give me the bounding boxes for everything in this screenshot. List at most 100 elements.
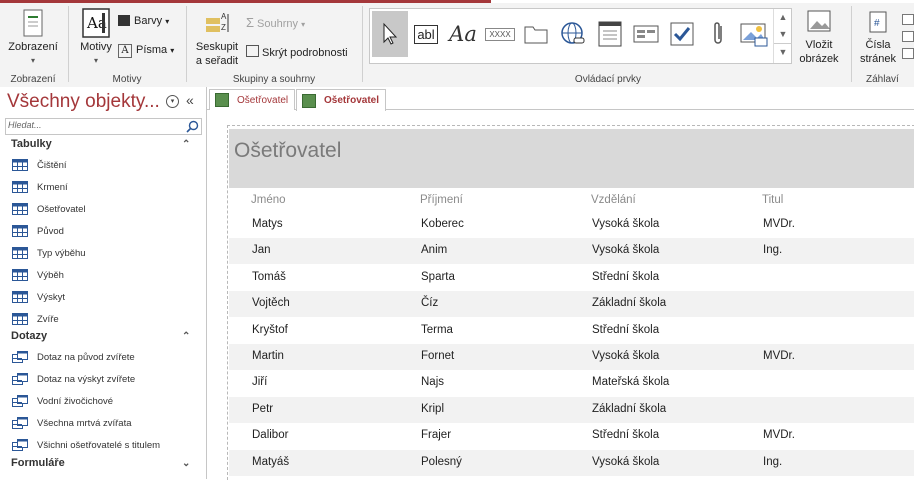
nav-title[interactable]: Všechny objekty... [7,91,160,113]
table-row[interactable]: Matyáš Polesný Vysoká škola Ing. [229,449,914,476]
nav-item-label: Krmení [37,181,68,193]
table-cell: Polesný [421,455,462,468]
checkbox-tool[interactable] [664,15,700,53]
nav-item[interactable]: Výběh [12,265,64,285]
label-tool[interactable]: Aa [445,15,481,53]
themes-button[interactable]: Aa Motivy ▾ [76,8,116,68]
hyperlink-tool[interactable] [555,15,591,53]
chevron-down-icon: ▾ [165,17,170,26]
group-zobrazeni: Zobrazení ▾ Zobrazení [0,4,66,87]
tab-control-tool[interactable] [518,15,554,53]
table-row[interactable]: Martin Fornet Vysoká škola MVDr. [229,344,914,370]
nav-item[interactable]: Dotaz na původ zvířete [12,347,135,367]
document-area: Ošetřovatel Ošetřovatel Ošetřovatel Jmén… [207,87,914,480]
svg-text:#: # [874,18,880,29]
table-row[interactable]: Jan Anim Vysoká škola Ing. [229,238,914,265]
gallery-scrollbar[interactable]: ▲ ▼ ▼ [773,9,792,63]
header-tools-partial[interactable] [902,14,914,64]
chevron-up-icon[interactable]: ▲ [774,9,792,26]
text-box-icon: abl [414,24,438,44]
table-row[interactable]: Petr Kripl Základní škola [229,396,914,423]
navigation-tool[interactable] [628,15,664,53]
table-cell: Sparta [421,270,455,283]
page-numbers-button[interactable]: # Čísla stránek [856,10,900,66]
nav-item-label: Čištění [37,159,67,171]
view-button[interactable]: Zobrazení ▾ [5,8,61,68]
table-cell: Tomáš [252,270,286,283]
separator [851,6,852,82]
table-row[interactable]: Vojtěch Číz Základní škola [229,291,914,318]
text-box-tool[interactable]: abl [408,15,444,53]
group-label-skupiny: Skupiny a souhrny [232,74,316,85]
insert-image-button[interactable]: Vložit obrázek [795,8,843,66]
nav-item[interactable]: Dotaz na výskyt zvířete [12,369,135,389]
fonts-button[interactable]: A Písma ▾ [118,44,174,58]
colors-icon [118,15,130,26]
chevron-down-icon[interactable]: ▼ [774,26,792,43]
nav-item[interactable]: Všichni ošetřovatelé s titulem [12,435,160,455]
nav-section-header[interactable]: Formuláře [11,457,65,469]
nav-item[interactable]: Výskyt [12,287,65,307]
table-cell: Jiří [252,376,268,389]
table-row[interactable]: Jiří Najs Mateřská škola [229,370,914,396]
nav-item[interactable]: Všechna mrtvá zvířata [12,413,132,433]
collapse-section-icon[interactable]: ⌃ [182,331,190,342]
totals-label: Souhrny [257,18,299,30]
page-number-icon: # [869,11,887,33]
nav-section-header[interactable]: Tabulky [11,138,52,150]
collapse-section-icon[interactable]: ⌃ [182,139,190,150]
table-icon [12,225,28,237]
attachment-tool[interactable] [700,15,736,53]
web-browser-tool[interactable] [592,15,628,53]
nav-item-label: Všichni ošetřovatelé s titulem [37,439,161,451]
tab-osetrovatel-report[interactable]: Ošetřovatel [296,89,386,111]
group-label-zobrazeni: Zobrazení [10,74,56,85]
select-pointer-tool[interactable] [372,11,408,57]
page-numbers-label: Čísla stránek [859,39,897,65]
tab-osetrovatel-table[interactable]: Ošetřovatel [209,89,295,110]
table-cell: Střední škola [592,270,660,283]
image-tool[interactable] [736,15,772,53]
title-accent-line [0,0,914,3]
browser-icon [598,21,622,47]
nav-item[interactable]: Krmení [12,177,68,197]
image-icon [740,23,768,47]
hide-details-label: Skrýt podrobnosti [262,47,348,59]
folder-icon [524,26,548,44]
navigation-pane: Všechny objekty... ▾ « Hledat... Tabulky… [0,87,207,479]
more-icon[interactable]: ▼ [774,43,792,61]
table-row[interactable]: Dalibor Frajer Střední škola MVDr. [229,423,914,449]
collapse-nav-icon[interactable]: « [186,92,194,108]
nav-item[interactable]: Ošetřovatel [12,199,86,219]
group-sort-button[interactable]: AZ Seskupit a seřadit [192,8,242,68]
hide-details-button[interactable]: Skrýt podrobnosti [246,45,348,59]
table-cell: Ing. [763,455,783,468]
expand-section-icon[interactable]: ⌄ [182,458,190,469]
search-icon[interactable] [186,120,199,133]
totals-button[interactable]: Σ Souhrny ▾ [246,15,305,30]
nav-item[interactable]: Typ výběhu [12,243,86,263]
search-placeholder: Hledat... [8,120,42,130]
nav-item[interactable]: Zvíře [12,309,59,329]
nav-dropdown-icon[interactable]: ▾ [166,95,179,108]
nav-item[interactable]: Čištění [12,155,67,175]
tab-label: Ošetřovatel [324,95,380,106]
table-row[interactable]: Kryštof Terma Střední škola [229,318,914,344]
table-icon [12,203,28,215]
table-cell: Číz [421,297,439,310]
colors-button[interactable]: Barvy ▾ [118,15,169,27]
group-sort-label: Seskupit a seřadit [195,41,239,67]
nav-item-label: Vodní živočichové [37,395,114,407]
nav-search-input[interactable]: Hledat... [5,118,202,135]
table-row[interactable]: Tomáš Sparta Střední škola [229,265,914,291]
nav-item[interactable]: Vodní živočichové [12,391,113,411]
table-row[interactable]: Matys Koberec Vysoká škola MVDr. [229,212,914,238]
group-sort-icon: AZ [206,12,229,32]
chevron-down-icon: ▾ [30,56,35,65]
checkbox-icon [670,22,694,46]
column-header: Titul [762,194,784,206]
nav-item[interactable]: Původ [12,221,64,241]
button-tool[interactable]: XXXX [482,15,518,53]
nav-item-label: Zvíře [37,313,59,325]
nav-section-header[interactable]: Dotazy [11,330,47,342]
